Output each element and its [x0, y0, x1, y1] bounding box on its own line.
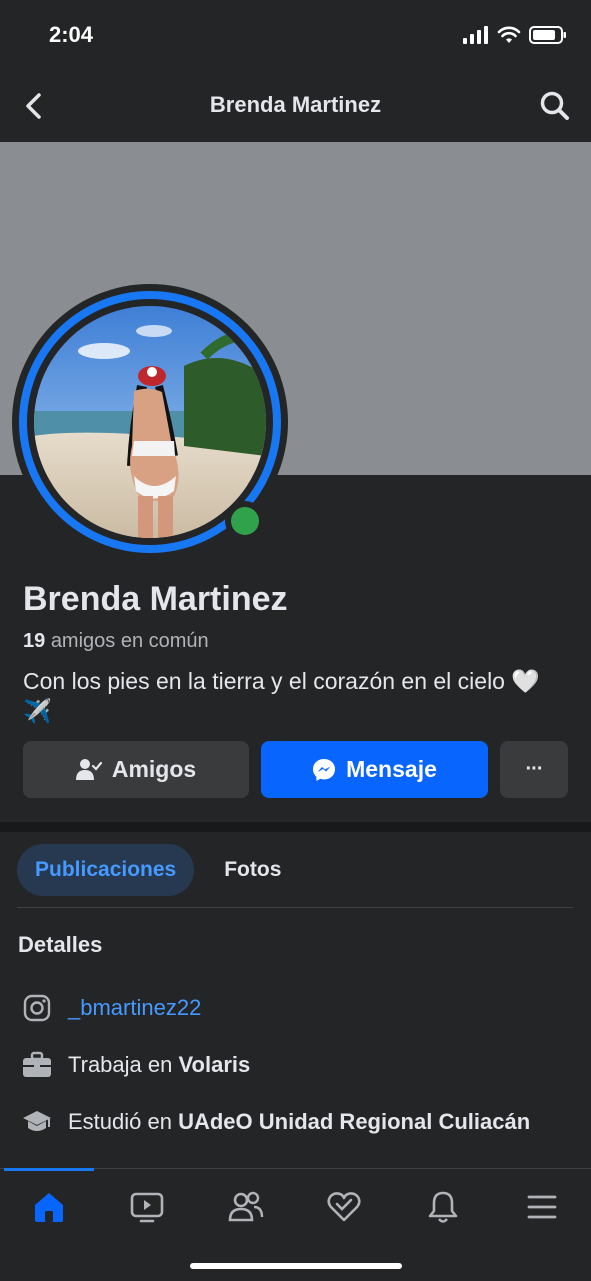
- bell-icon: [428, 1191, 458, 1223]
- message-button-label: Mensaje: [346, 756, 437, 782]
- active-tab-indicator: [4, 1168, 94, 1171]
- details-heading: Detalles: [18, 932, 103, 957]
- home-icon: [35, 1193, 63, 1222]
- friends-icon: [228, 1191, 264, 1222]
- messenger-icon: [313, 758, 336, 781]
- detail-work: Trabaja en Volaris: [22, 1050, 250, 1080]
- avatar-image: [34, 306, 266, 538]
- detail-education: Estudió en UAdeO Unidad Regional Culiacá…: [22, 1107, 530, 1137]
- profile-tabs: Publicaciones Fotos: [17, 844, 299, 896]
- menu-icon: [527, 1195, 557, 1219]
- friends-button[interactable]: Amigos: [23, 741, 249, 798]
- briefcase-icon: [22, 1050, 52, 1080]
- profile-name: Brenda Martinez: [23, 580, 288, 618]
- video-icon: [130, 1192, 164, 1223]
- study-prefix: Estudió en: [68, 1109, 172, 1134]
- tab-publicaciones[interactable]: Publicaciones: [17, 844, 195, 896]
- more-dots-icon: ···: [525, 758, 544, 780]
- graduation-cap-icon: [22, 1107, 52, 1137]
- dating-heart-icon: [327, 1192, 361, 1222]
- status-bar: 2:04: [0, 0, 591, 70]
- nav-dating[interactable]: [324, 1187, 364, 1227]
- bottom-nav: [0, 1168, 591, 1281]
- mutual-friends-count: 19: [23, 630, 46, 652]
- nav-friends[interactable]: [226, 1187, 266, 1227]
- instagram-handle-link[interactable]: _bmartinez22: [68, 995, 201, 1021]
- mutual-friends[interactable]: 19 amigos en común: [23, 630, 209, 653]
- nav-menu[interactable]: [522, 1187, 562, 1227]
- instagram-icon: [22, 993, 52, 1023]
- friends-button-label: Amigos: [111, 756, 197, 782]
- detail-instagram[interactable]: _bmartinez22: [22, 993, 201, 1023]
- battery-icon: [529, 26, 566, 44]
- home-indicator[interactable]: [190, 1263, 402, 1269]
- page-title: Brenda Martinez: [209, 92, 382, 117]
- section-divider: [0, 822, 591, 832]
- nav-notifications[interactable]: [423, 1187, 463, 1227]
- message-button[interactable]: Mensaje: [261, 741, 488, 798]
- friend-check-icon: [75, 758, 102, 780]
- status-time: 2:04: [49, 22, 94, 47]
- profile-bio: Con los pies en la tierra y el corazón e…: [23, 668, 541, 724]
- status-icons: [463, 26, 567, 44]
- top-bar: Brenda Martinez: [0, 70, 591, 142]
- nav-video[interactable]: [127, 1187, 167, 1227]
- tabs-divider: [17, 907, 573, 908]
- search-icon[interactable]: [539, 90, 571, 122]
- study-place[interactable]: UAdeO Unidad Regional Culiacán: [178, 1109, 530, 1134]
- work-place[interactable]: Volaris: [179, 1052, 251, 1077]
- online-status-indicator: [225, 501, 265, 541]
- avatar: [34, 306, 266, 538]
- tab-fotos[interactable]: Fotos: [206, 844, 299, 896]
- wifi-icon: [497, 26, 521, 43]
- more-options-button[interactable]: ···: [500, 741, 568, 798]
- signal-icon: [463, 26, 488, 44]
- nav-home[interactable]: [29, 1187, 69, 1227]
- mutual-friends-label: amigos en común: [50, 630, 209, 652]
- work-prefix: Trabaja en: [68, 1052, 173, 1077]
